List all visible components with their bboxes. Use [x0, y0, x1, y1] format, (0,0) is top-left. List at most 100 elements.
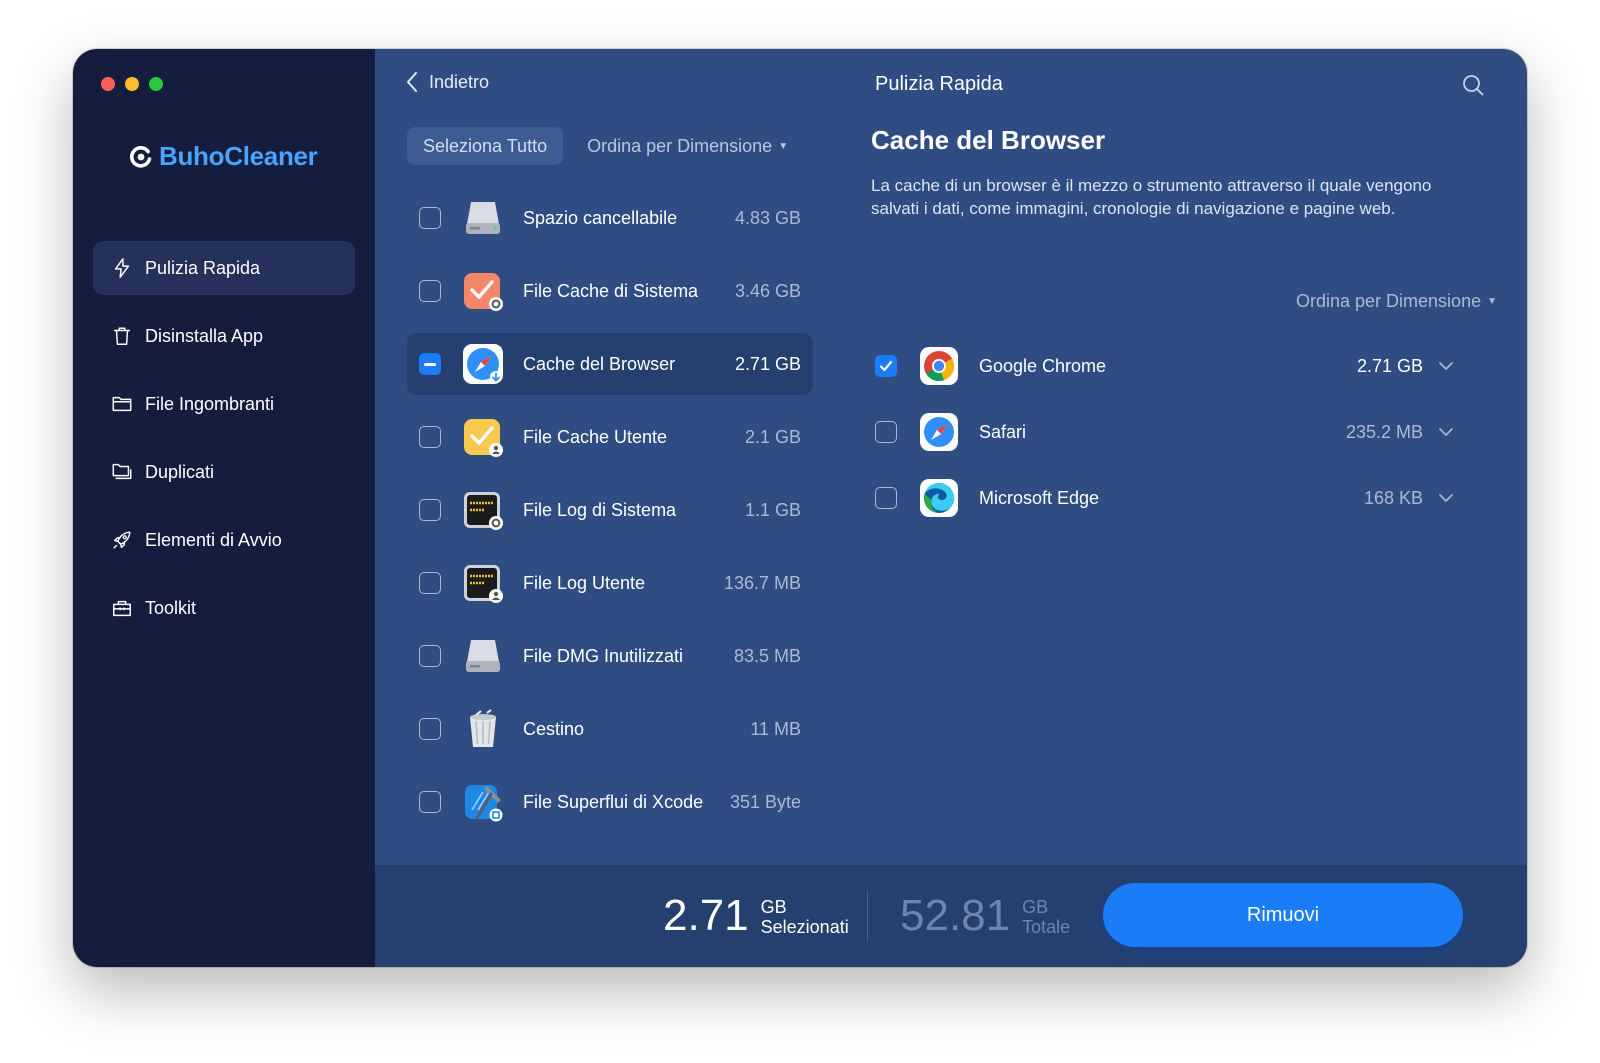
chevron-down-icon[interactable] — [1437, 489, 1455, 507]
item-label: File Log Utente — [523, 572, 646, 593]
minimize-window-button[interactable] — [125, 77, 139, 91]
sort-label: Ordina per Dimensione — [587, 135, 773, 156]
checkmark-icon — [879, 360, 893, 372]
sidebar-item-pulizia-rapida[interactable]: Pulizia Rapida — [93, 241, 355, 295]
detail-sort-label: Ordina per Dimensione — [1296, 291, 1482, 311]
browser-size: 168 KB — [1363, 487, 1423, 508]
item-size: 83.5 MB — [733, 645, 801, 666]
sidebar-item-duplicati[interactable]: Duplicati — [93, 445, 355, 499]
disk-icon — [466, 202, 500, 234]
back-button[interactable]: Indietro — [405, 71, 489, 93]
sidebar-item-label: Toolkit — [145, 597, 197, 618]
toolbox-icon — [113, 600, 131, 617]
sidebar-item-file-ingombranti[interactable]: File Ingombranti — [93, 377, 355, 431]
checkbox[interactable] — [419, 499, 441, 521]
sort-dropdown[interactable]: Ordina per Dimensione ▼ — [587, 136, 788, 157]
total-value: 52.81 — [900, 891, 1011, 940]
browser-item-microsoft-edge[interactable]: Microsoft Edge 168 KB — [871, 465, 1461, 531]
browser-item-safari[interactable]: Safari 235.2 MB — [871, 399, 1461, 465]
detail-panel: Cache del Browser La cache di un browser… — [871, 125, 1471, 220]
browser-list: Google Chrome 2.71 GB Safari 235.2 MB Mi… — [871, 333, 1461, 531]
item-label: File DMG Inutilizzati — [523, 645, 684, 666]
chevron-down-icon[interactable] — [1437, 357, 1455, 375]
item-size: 3.46 GB — [734, 280, 801, 301]
main-panel: Indietro Pulizia Rapida Seleziona Tutto … — [375, 49, 1527, 967]
list-item-cache-del-browser[interactable]: Cache del Browser 2.71 GB — [407, 333, 813, 395]
app-window: BuhoCleaner Pulizia Rapida Disinstalla A… — [73, 49, 1527, 967]
list-item-spazio-cancellabile[interactable]: Spazio cancellabile 4.83 GB — [407, 187, 813, 249]
caret-down-icon: ▼ — [778, 140, 789, 152]
remove-button[interactable]: Rimuovi — [1103, 883, 1463, 947]
xcode-icon — [465, 785, 503, 822]
checkbox[interactable] — [419, 718, 441, 740]
checkbox-checked[interactable] — [875, 355, 897, 377]
chevron-left-icon — [407, 72, 417, 92]
list-item-file-dmg-inutilizzati[interactable]: File DMG Inutilizzati 83.5 MB — [407, 625, 813, 687]
sidebar-item-label: Disinstalla App — [145, 325, 264, 346]
checkbox[interactable] — [419, 426, 441, 448]
browser-size: 2.71 GB — [1356, 355, 1423, 376]
user-cache-icon — [464, 419, 503, 457]
item-label: Cache del Browser — [523, 353, 676, 374]
app-name: BuhoCleaner — [159, 141, 318, 171]
selected-value: 2.71 — [663, 891, 749, 940]
item-size: 136.7 MB — [723, 572, 801, 593]
item-size: 2.1 GB — [744, 426, 801, 447]
chrome-icon — [920, 347, 958, 385]
item-label: File Superflui di Xcode — [523, 791, 704, 812]
item-label: File Cache di Sistema — [523, 280, 699, 301]
item-label: Spazio cancellabile — [523, 207, 678, 228]
system-log-icon — [464, 492, 503, 530]
chevron-down-icon[interactable] — [1437, 423, 1455, 441]
sidebar-item-label: Duplicati — [145, 461, 215, 482]
checkbox[interactable] — [875, 421, 897, 443]
checkbox[interactable] — [419, 791, 441, 813]
sidebar-item-disinstalla-app[interactable]: Disinstalla App — [93, 309, 355, 363]
list-item-file-cache-di-sistema[interactable]: File Cache di Sistema 3.46 GB — [407, 260, 813, 322]
sidebar-nav: Pulizia Rapida Disinstalla App File Ingo… — [93, 241, 355, 649]
rocket-icon — [113, 531, 131, 549]
select-all-button[interactable]: Seleziona Tutto — [407, 127, 564, 165]
browser-label: Microsoft Edge — [979, 487, 1100, 508]
window-controls — [101, 77, 163, 91]
safari-icon — [920, 413, 958, 451]
zoom-window-button[interactable] — [149, 77, 163, 91]
checkbox[interactable] — [419, 207, 441, 229]
buho-logo-icon — [129, 145, 152, 168]
detail-sort-dropdown[interactable]: Ordina per Dimensione ▼ — [1296, 291, 1497, 312]
total-stat: 52.81 GB Totale — [900, 893, 1070, 939]
close-window-button[interactable] — [101, 77, 115, 91]
dmg-disk-icon — [466, 640, 500, 672]
checkbox[interactable] — [875, 487, 897, 509]
item-size: 1.1 GB — [744, 499, 801, 520]
sidebar-item-label: Elementi di Avvio — [145, 529, 282, 550]
browser-item-google-chrome[interactable]: Google Chrome 2.71 GB — [871, 333, 1461, 399]
sidebar-item-elementi-di-avvio[interactable]: Elementi di Avvio — [93, 513, 355, 567]
trash-icon — [113, 327, 131, 345]
sidebar-item-toolkit[interactable]: Toolkit — [93, 581, 355, 635]
detail-description: La cache di un browser è il mezzo o stru… — [871, 176, 1432, 218]
list-item-file-log-di-sistema[interactable]: File Log di Sistema 1.1 GB — [407, 479, 813, 541]
list-item-file-cache-utente[interactable]: File Cache Utente 2.1 GB — [407, 406, 813, 468]
list-item-file-superflui-di-xcode[interactable]: File Superflui di Xcode 351 Byte — [407, 771, 813, 833]
checkbox[interactable] — [419, 572, 441, 594]
sidebar-item-label: File Ingombranti — [145, 393, 275, 414]
topbar: Indietro Pulizia Rapida — [375, 49, 1527, 121]
checkbox[interactable] — [419, 280, 441, 302]
bottom-bar: 2.71 GB Selezionati 52.81 GB Totale Rimu… — [375, 865, 1527, 967]
list-item-file-log-utente[interactable]: File Log Utente 136.7 MB — [407, 552, 813, 614]
selected-unit-block: GB Selezionati — [761, 897, 849, 939]
sidebar: BuhoCleaner Pulizia Rapida Disinstalla A… — [73, 49, 375, 967]
list-item-cestino[interactable]: Cestino 11 MB — [407, 698, 813, 760]
safari-compass-icon — [463, 344, 503, 384]
app-logo: BuhoCleaner — [129, 141, 318, 172]
search-icon[interactable] — [1461, 73, 1485, 97]
back-label: Indietro — [429, 71, 490, 92]
detail-title: Cache del Browser — [871, 125, 1106, 155]
item-label: File Cache Utente — [523, 426, 668, 447]
item-label: File Log di Sistema — [523, 499, 677, 520]
item-label: Cestino — [523, 718, 585, 739]
checkbox[interactable] — [419, 645, 441, 667]
checkbox-mixed[interactable] — [419, 353, 441, 375]
duplicate-folder-icon — [112, 463, 132, 480]
